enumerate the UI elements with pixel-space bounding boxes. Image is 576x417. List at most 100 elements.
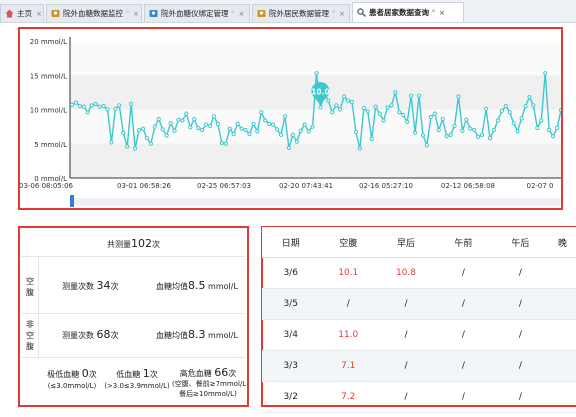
nonfasting-label: 非空腹: [26, 320, 34, 351]
refresh-icon[interactable]: ᴳ: [432, 9, 435, 16]
data-point: [227, 126, 232, 131]
data-point: [274, 127, 280, 132]
data-point: [349, 99, 355, 105]
table-cell: /: [377, 288, 435, 320]
data-point: [129, 101, 134, 107]
refresh-icon[interactable]: ᴳ: [232, 10, 235, 17]
table-cell: 3/3: [262, 350, 320, 382]
data-point: [393, 90, 398, 95]
data-point: [101, 103, 106, 109]
tab-5[interactable]: 患者居家数据查询 ᴳ ×: [352, 2, 464, 22]
close-icon[interactable]: ×: [238, 10, 244, 18]
scroll-handle[interactable]: [70, 195, 74, 207]
data-point: [148, 141, 153, 146]
table-cell: [548, 381, 576, 413]
table-cell: /: [491, 257, 549, 289]
data-point: [219, 140, 224, 146]
table-cell: [548, 350, 576, 382]
data-point: [539, 118, 544, 123]
data-point: [499, 108, 504, 113]
table-cell: /: [491, 350, 549, 382]
data-point: [310, 124, 315, 129]
nonfasting-count: 测量次数 68次: [62, 328, 119, 341]
table-row[interactable]: 3/2 7.2// /: [262, 381, 576, 413]
close-icon[interactable]: ×: [36, 10, 42, 18]
tab-1[interactable]: 主页 ×: [0, 4, 44, 22]
home-icon: [5, 9, 14, 18]
data-point: [353, 130, 359, 135]
data-point: [290, 132, 295, 137]
table-cell: 3/2: [262, 381, 320, 413]
table-cell: /: [491, 319, 549, 351]
data-point: [117, 103, 122, 108]
table-row[interactable]: 3/5// / /: [262, 288, 576, 320]
data-point: [125, 144, 130, 149]
data-point: [472, 127, 477, 133]
data-point: [160, 127, 165, 132]
data-point: [531, 103, 536, 108]
table-header-cell: 午后: [491, 227, 549, 258]
data-point: [507, 110, 512, 115]
data-point: [298, 128, 303, 133]
data-point: [176, 117, 181, 122]
table-row[interactable]: 3/4 11.0// /: [262, 319, 576, 351]
data-point: [416, 93, 422, 98]
close-icon[interactable]: ×: [339, 10, 345, 18]
stats-grid: 共测量102次 空腹 测量次数 34次 血糖均值8.5 mmol/L 非空腹 测…: [22, 230, 247, 403]
table-header-cell: 空腹: [319, 227, 378, 258]
tab-3[interactable]: 院外血糖仪绑定管理 ᴳ ×: [144, 4, 250, 22]
data-point: [318, 105, 323, 110]
tab-4[interactable]: 院外居民数据管理 ᴳ ×: [252, 4, 350, 22]
tab-label: 院外血糖数据监控: [63, 9, 123, 18]
table-header-row: 日期 空腹 早后 午前 午后晚: [262, 227, 576, 258]
table-cell: [548, 319, 576, 351]
data-point: [389, 103, 394, 108]
data-point: [235, 121, 240, 126]
very-low-glucose: 极低血糖 0次 (≤3.0mmol/L): [47, 367, 97, 390]
data-point: [81, 104, 86, 109]
data-point: [369, 136, 374, 142]
table-cell: 3/6: [262, 257, 320, 289]
x-tick-label: 02-16 05:27:10: [359, 182, 413, 190]
table-row[interactable]: 3/3 7.1// /: [262, 350, 576, 382]
tab-2[interactable]: 院外血糖数据监控 ᴳ ×: [46, 4, 142, 22]
user-edit-icon: [257, 9, 266, 18]
low-glucose: 低血糖 1次 (>3.0≤3.9mmol/L): [104, 367, 170, 390]
data-point: [527, 95, 532, 100]
refresh-icon[interactable]: ᴳ: [332, 10, 335, 17]
data-point: [381, 118, 386, 123]
data-point: [543, 71, 548, 76]
data-point: [558, 108, 561, 113]
data-point: [239, 126, 244, 131]
data-point: [424, 143, 430, 148]
data-point: [468, 126, 473, 131]
tab-bar: 主页 × 院外血糖数据监控 ᴳ × 院外血糖仪绑定管理 ᴳ × 院外居民数据管理 ᴳ × 患者居家数据…: [0, 0, 576, 23]
data-point: [263, 118, 268, 123]
data-point: [554, 125, 560, 131]
table-row[interactable]: 3/6 10.1 10.8//: [262, 257, 576, 289]
tooltip-value: 10.0: [311, 87, 330, 96]
close-icon[interactable]: ×: [133, 10, 139, 18]
data-point: [247, 132, 252, 137]
table-cell: /: [491, 381, 549, 413]
tab-label: 院外血糖仪绑定管理: [161, 9, 229, 18]
data-point: [551, 134, 556, 139]
data-point: [523, 103, 528, 109]
table-cell: 7.1: [319, 350, 378, 382]
data-point: [483, 106, 489, 111]
data-point: [409, 93, 414, 98]
data-point: [515, 129, 520, 134]
y-tick-label: 10 mmol/L: [30, 107, 67, 115]
data-point: [286, 145, 291, 150]
high-risk-glucose: 高危血糖 66次 (空腹、餐前≥7mmol/L 餐后≥10mmol/L): [172, 366, 247, 398]
data-point: [200, 127, 205, 133]
fasting-count: 测量次数 34次: [62, 279, 119, 292]
data-point: [144, 136, 150, 141]
data-point: [89, 103, 94, 108]
close-icon[interactable]: ×: [439, 9, 445, 17]
refresh-icon[interactable]: ᴳ: [126, 10, 129, 17]
x-tick-label: 02-20 07:43:41: [279, 182, 333, 190]
data-point: [121, 130, 126, 135]
data-point: [164, 133, 169, 138]
table-cell: /: [434, 350, 492, 382]
